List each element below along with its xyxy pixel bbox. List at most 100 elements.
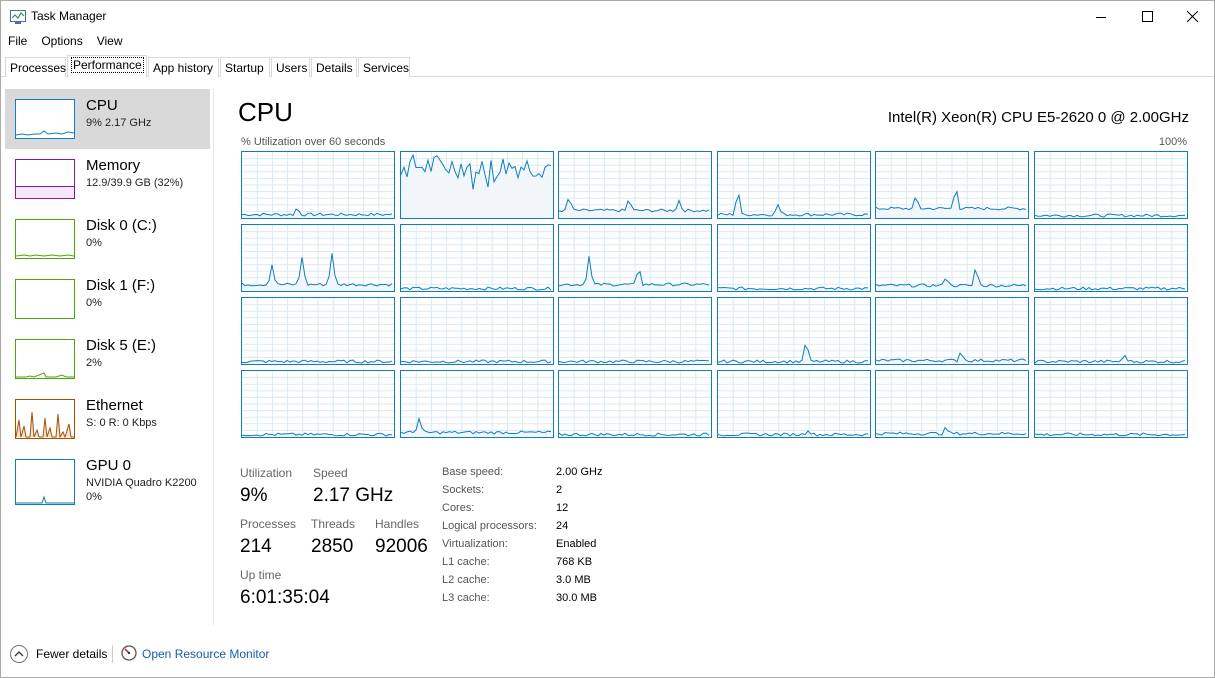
tab-label: Processes xyxy=(10,61,67,75)
spec-label: Base speed: xyxy=(442,466,504,478)
spec-value: 24 xyxy=(556,520,569,532)
minimize-button[interactable] xyxy=(1078,1,1124,32)
disk-5-thumbnail-graph xyxy=(15,339,75,379)
task-manager-app-icon xyxy=(10,10,26,24)
gpu-0-thumbnail-graph xyxy=(15,459,75,505)
memory-thumbnail-graph xyxy=(15,159,75,199)
menu-options[interactable]: Options xyxy=(34,32,89,52)
fewer-details-button[interactable] xyxy=(10,645,28,663)
disk-0-thumbnail-graph xyxy=(15,219,75,259)
tab-processes[interactable]: Processes xyxy=(5,57,66,77)
tab-services[interactable]: Services xyxy=(358,57,410,77)
sidebar-item-name: CPU xyxy=(86,97,118,114)
speed-label: Speed xyxy=(313,466,348,480)
logical-processor-graph xyxy=(875,297,1029,365)
sidebar-item-name: Ethernet xyxy=(86,397,143,414)
title-bar[interactable]: Task Manager xyxy=(1,1,1214,32)
footer: Fewer details Open Resource Monitor xyxy=(1,637,1214,671)
threads-value: 2850 xyxy=(311,536,354,557)
logical-processor-graph xyxy=(558,297,712,365)
spec-value: 2.00 GHz xyxy=(556,466,603,478)
sidebar-item-gpu-0[interactable]: GPU 0 NVIDIA Quadro K2200 0% xyxy=(5,449,210,509)
maximize-button[interactable] xyxy=(1124,1,1170,32)
sidebar-item-detail: 12.9/39.9 GB (32%) xyxy=(86,177,184,189)
spec-label: Virtualization: xyxy=(442,538,508,550)
spec-label: L1 cache: xyxy=(442,556,490,568)
spec-label: Cores: xyxy=(442,502,475,514)
logical-processor-graph xyxy=(716,370,871,438)
footer-separator xyxy=(112,645,113,663)
threads-label: Threads xyxy=(311,517,356,531)
utilization-value: 9% xyxy=(240,485,268,506)
disk-1-thumbnail-graph xyxy=(15,279,75,319)
sidebar-item-name: GPU 0 xyxy=(86,457,132,474)
minimize-icon xyxy=(1096,16,1106,18)
spec-value: 3.0 MB xyxy=(556,574,591,586)
sidebar-item-disk-5[interactable]: Disk 5 (E:) 2% xyxy=(5,329,210,389)
logical-processor-graph xyxy=(716,297,871,365)
utilization-graph-max: 100% xyxy=(1158,136,1187,148)
logical-processor-graph xyxy=(558,370,712,438)
tab-label: Performance xyxy=(71,57,144,73)
menu-bar: File Options View xyxy=(1,32,1214,52)
tab-app-history[interactable]: App history xyxy=(148,57,219,77)
tab-performance[interactable]: Performance xyxy=(67,55,147,78)
close-button[interactable] xyxy=(1169,1,1215,32)
sidebar-item-detail: 0% xyxy=(86,237,102,249)
sidebar-item-memory[interactable]: Memory 12.9/39.9 GB (32%) xyxy=(5,149,210,209)
speed-value: 2.17 GHz xyxy=(313,485,394,506)
sidebar-item-cpu[interactable]: CPU 9% 2.17 GHz xyxy=(5,89,210,149)
logical-processor-graph xyxy=(1033,370,1188,438)
spec-value: 30.0 MB xyxy=(556,592,597,604)
logical-processor-graph xyxy=(558,151,712,219)
spec-value: 2 xyxy=(556,484,563,496)
logical-processor-graph xyxy=(399,297,554,365)
handles-value: 92006 xyxy=(375,536,428,557)
task-manager-window: Task Manager File Options View Processes… xyxy=(0,0,1215,678)
resource-list: CPU 9% 2.17 GHz Memory 12.9/39.9 GB (32%… xyxy=(1,88,214,625)
menu-file[interactable]: File xyxy=(1,32,34,52)
logical-processor-graph xyxy=(399,370,554,438)
resource-monitor-icon[interactable] xyxy=(121,645,137,661)
open-resource-monitor-link[interactable]: Open Resource Monitor xyxy=(142,647,269,661)
sidebar-item-disk-1[interactable]: Disk 1 (F:) 0% xyxy=(5,269,210,329)
maximize-icon xyxy=(1141,11,1153,22)
logical-processor-graph xyxy=(1033,151,1188,219)
logical-processor-graph xyxy=(1033,297,1188,365)
tab-label: Details xyxy=(316,61,353,75)
logical-processor-graph xyxy=(1033,224,1188,292)
tab-label: App history xyxy=(153,61,214,75)
fewer-details-link[interactable]: Fewer details xyxy=(36,647,107,661)
logical-processor-graph xyxy=(875,370,1029,438)
sidebar-item-disk-0[interactable]: Disk 0 (C:) 0% xyxy=(5,209,210,269)
spec-label: L3 cache: xyxy=(442,592,490,604)
logical-processor-graph xyxy=(241,151,395,219)
tab-label: Startup xyxy=(225,61,264,75)
spec-label: Sockets: xyxy=(442,484,485,496)
logical-processor-graph xyxy=(241,224,395,292)
processes-value: 214 xyxy=(240,536,272,557)
tab-startup[interactable]: Startup xyxy=(220,57,270,77)
sidebar-item-detail: NVIDIA Quadro K2200 xyxy=(86,477,197,489)
spec-value: 768 KB xyxy=(556,556,593,568)
spec-value: Enabled xyxy=(556,538,597,550)
utilization-label: Utilization xyxy=(240,466,293,480)
logical-processor-graph xyxy=(875,224,1029,292)
logical-processor-graph xyxy=(241,370,395,438)
menu-view[interactable]: View xyxy=(90,32,130,52)
sidebar-item-name: Disk 5 (E:) xyxy=(86,337,157,354)
tab-users[interactable]: Users xyxy=(271,57,310,77)
sidebar-item-detail: 9% 2.17 GHz xyxy=(86,117,152,129)
logical-processor-graph xyxy=(716,224,871,292)
utilization-graph-label: % Utilization over 60 seconds xyxy=(241,136,386,148)
logical-processor-graph xyxy=(558,224,712,292)
chevron-up-icon xyxy=(14,651,24,657)
tab-bar: Processes Performance App history Startu… xyxy=(1,55,1214,78)
tab-label: Users xyxy=(276,61,308,75)
sidebar-item-detail-2: 0% xyxy=(86,491,102,503)
sidebar-item-ethernet[interactable]: Ethernet S: 0 R: 0 Kbps xyxy=(5,389,210,449)
sidebar-item-detail: 2% xyxy=(86,357,102,369)
page-title: CPU xyxy=(238,97,293,127)
tab-details[interactable]: Details xyxy=(311,57,357,77)
cpu-thumbnail-graph xyxy=(15,99,75,139)
